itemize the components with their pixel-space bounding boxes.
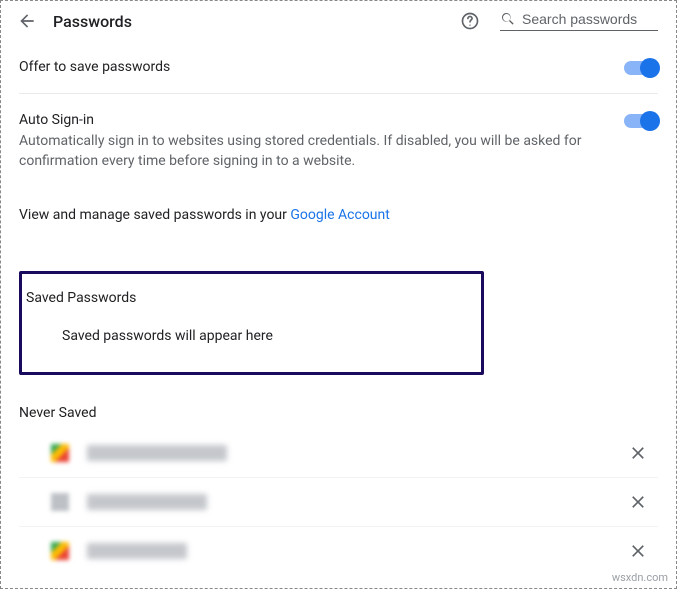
never-saved-item [19, 478, 658, 527]
search-field[interactable] [500, 11, 658, 31]
remove-never-saved-button[interactable] [628, 492, 648, 512]
saved-passwords-empty: Saved passwords will appear here [22, 328, 481, 344]
never-saved-item [19, 429, 658, 478]
help-icon[interactable] [460, 11, 480, 31]
never-saved-title: Never Saved [19, 397, 658, 429]
site-favicon-icon [51, 542, 69, 560]
auto-signin-description: Automatically sign in to websites using … [19, 132, 584, 171]
page-title: Passwords [53, 12, 444, 31]
manage-passwords-row: View and manage saved passwords in your … [19, 189, 658, 241]
manage-prefix: View and manage saved passwords in your [19, 207, 290, 223]
saved-passwords-title: Saved Passwords [22, 290, 481, 306]
offer-save-row: Offer to save passwords [19, 41, 658, 94]
never-saved-item [19, 527, 658, 575]
never-saved-site [87, 543, 187, 559]
saved-passwords-section: Saved Passwords Saved passwords will app… [19, 271, 484, 375]
never-saved-site [87, 445, 227, 461]
site-favicon-icon [51, 493, 69, 511]
offer-save-label: Offer to save passwords [19, 59, 584, 75]
auto-signin-label: Auto Sign-in [19, 112, 584, 128]
remove-never-saved-button[interactable] [628, 541, 648, 561]
offer-save-toggle[interactable] [624, 61, 658, 75]
back-button[interactable] [17, 11, 37, 31]
watermark: wsxdn.com [612, 571, 668, 584]
auto-signin-toggle[interactable] [624, 114, 658, 128]
site-favicon-icon [51, 444, 69, 462]
search-icon [500, 11, 516, 27]
google-account-link[interactable]: Google Account [290, 207, 389, 223]
never-saved-site [87, 494, 207, 510]
remove-never-saved-button[interactable] [628, 443, 648, 463]
never-saved-section: Never Saved [19, 397, 658, 575]
search-input[interactable] [522, 11, 658, 27]
auto-signin-row: Auto Sign-in Automatically sign in to we… [19, 94, 658, 189]
